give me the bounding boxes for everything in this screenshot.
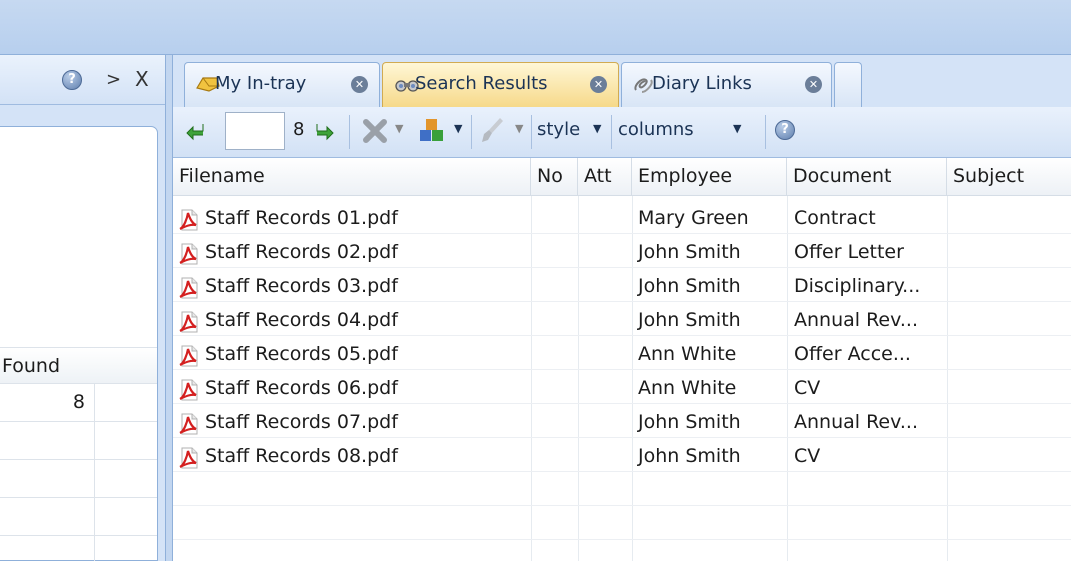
list-item — [0, 460, 157, 498]
delete-icon[interactable] — [361, 117, 389, 145]
table-row — [173, 478, 1071, 506]
found-header-label: Found — [2, 355, 61, 377]
columns-dropdown-icon[interactable]: ▼ — [733, 122, 741, 135]
clear-brush-icon[interactable] — [480, 116, 508, 146]
toolbar-separator — [471, 115, 472, 149]
employee-cell: John Smith — [638, 445, 741, 467]
toolbar-separator — [765, 115, 766, 149]
table-row[interactable]: Staff Records 06.pdf Ann White CV — [173, 376, 1071, 404]
toolbar-separator — [349, 115, 350, 149]
employee-cell: Ann White — [638, 343, 737, 365]
pdf-file-icon — [179, 243, 198, 265]
close-panel-button[interactable]: X — [135, 67, 149, 91]
document-cell: Offer Acce... — [794, 343, 911, 365]
employee-cell: John Smith — [638, 309, 741, 331]
found-count: 8 — [72, 391, 85, 413]
tab-diary-links[interactable]: Diary Links ✕ — [621, 62, 832, 107]
filename-cell: Staff Records 04.pdf — [205, 309, 398, 331]
employee-cell: John Smith — [638, 411, 741, 433]
help-icon[interactable]: ? — [62, 70, 82, 90]
filename-cell: Staff Records 02.pdf — [205, 241, 398, 263]
column-header-filename[interactable]: Filename — [173, 158, 531, 196]
column-header-att[interactable]: Att — [578, 158, 632, 196]
delete-dropdown-icon[interactable]: ▼ — [395, 122, 403, 135]
filename-cell: Staff Records 01.pdf — [205, 207, 398, 229]
new-tab-button[interactable] — [834, 62, 862, 107]
left-panel-header: ? > X — [0, 55, 165, 105]
tab-label: Diary Links — [652, 73, 752, 94]
columns-menu-button[interactable]: columns — [618, 119, 694, 140]
expand-chevron-button[interactable]: > — [106, 69, 121, 90]
found-column-header[interactable]: Found — [0, 347, 157, 384]
column-header-no[interactable]: No — [531, 158, 578, 196]
result-count: 8 — [293, 119, 305, 140]
table-row — [173, 512, 1071, 540]
document-cell: Disciplinary... — [794, 275, 921, 297]
style-dropdown-icon[interactable]: ▼ — [593, 122, 601, 135]
title-band — [0, 0, 1071, 55]
table-row[interactable]: Staff Records 04.pdf John Smith Annual Rev… — [173, 308, 1071, 336]
list-item — [0, 422, 157, 460]
list-item — [0, 498, 157, 536]
clear-dropdown-icon[interactable]: ▼ — [515, 122, 523, 135]
results-toolbar: 8 ▼ ▼ ▼ style ▼ columns ▼ ? — [173, 107, 1071, 158]
column-header-subject[interactable]: Subject — [947, 158, 1071, 196]
style-menu-button[interactable]: style — [537, 119, 580, 140]
pdf-file-icon — [179, 379, 198, 401]
tab-my-in-tray[interactable]: My In-tray ✕ — [184, 62, 380, 107]
table-row — [173, 546, 1071, 561]
table-row[interactable]: Staff Records 03.pdf John Smith Disciplina… — [173, 274, 1071, 302]
help-icon[interactable]: ? — [775, 120, 795, 140]
filename-cell: Staff Records 07.pdf — [205, 411, 398, 433]
pdf-file-icon — [179, 447, 198, 469]
archive-icon[interactable] — [417, 115, 447, 145]
filename-cell: Staff Records 08.pdf — [205, 445, 398, 467]
list-item — [0, 536, 157, 561]
document-cell: Annual Rev... — [794, 309, 919, 331]
filename-cell: Staff Records 03.pdf — [205, 275, 398, 297]
tab-label: Search Results — [415, 73, 548, 94]
document-cell: Annual Rev... — [794, 411, 919, 433]
column-header-document[interactable]: Document — [787, 158, 947, 196]
employee-cell: Ann White — [638, 377, 737, 399]
filename-cell: Staff Records 05.pdf — [205, 343, 398, 365]
employee-cell: John Smith — [638, 275, 741, 297]
close-tab-icon[interactable]: ✕ — [590, 76, 607, 93]
column-header-employee[interactable]: Employee — [632, 158, 787, 196]
pdf-file-icon — [179, 413, 198, 435]
employee-cell: Mary Green — [638, 207, 749, 229]
previous-page-icon[interactable] — [185, 121, 207, 141]
left-panel: ? > X Found 8 — [0, 55, 165, 561]
results-grid: Filename No Att Employee Document Subjec… — [173, 158, 1071, 561]
archive-dropdown-icon[interactable]: ▼ — [454, 122, 462, 135]
grid-header: Filename No Att Employee Document Subjec… — [173, 158, 1071, 196]
document-cell: Contract — [794, 207, 876, 229]
tab-label: My In-tray — [215, 73, 307, 94]
document-cell: CV — [794, 377, 821, 399]
pdf-file-icon — [179, 345, 198, 367]
toolbar-separator — [611, 115, 612, 149]
search-list-panel: Found 8 — [0, 126, 158, 561]
table-row[interactable]: Staff Records 01.pdf Mary Green Contract — [173, 206, 1071, 234]
next-page-icon[interactable] — [313, 121, 335, 141]
filename-cell: Staff Records 06.pdf — [205, 377, 398, 399]
employee-cell: John Smith — [638, 241, 741, 263]
tab-search-results[interactable]: Search Results ✕ — [382, 62, 619, 107]
table-row[interactable]: Staff Records 08.pdf John Smith CV — [173, 444, 1071, 472]
close-tab-icon[interactable]: ✕ — [351, 76, 368, 93]
page-number-input[interactable] — [225, 112, 285, 150]
close-tab-icon[interactable]: ✕ — [805, 76, 822, 93]
table-row[interactable]: Staff Records 02.pdf John Smith Offer Lett… — [173, 240, 1071, 268]
pdf-file-icon — [179, 277, 198, 299]
list-item[interactable]: 8 — [0, 384, 157, 422]
toolbar-separator — [531, 115, 532, 149]
panel-splitter[interactable] — [165, 55, 173, 561]
document-cell: CV — [794, 445, 821, 467]
document-cell: Offer Letter — [794, 241, 904, 263]
pdf-file-icon — [179, 311, 198, 333]
table-row[interactable]: Staff Records 07.pdf John Smith Annual Rev… — [173, 410, 1071, 438]
table-row[interactable]: Staff Records 05.pdf Ann White Offer Acce.… — [173, 342, 1071, 370]
pdf-file-icon — [179, 209, 198, 231]
tab-strip: My In-tray ✕ Search Results ✕ Diary Link… — [173, 55, 1071, 107]
